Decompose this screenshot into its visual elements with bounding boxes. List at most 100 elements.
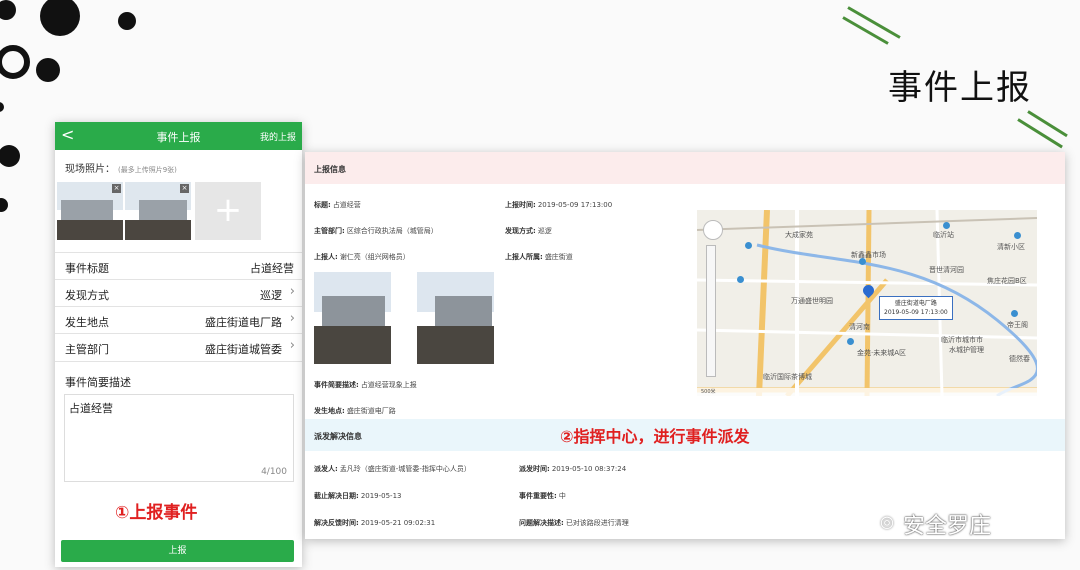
field-label: 派发时间: (519, 465, 550, 473)
field-value: 盛庄街道电厂路 (346, 407, 396, 415)
my-reports-link[interactable]: 我的上报 (260, 130, 296, 143)
poi-icon (847, 338, 854, 345)
field-department: 主管部门: 区综合行政执法局（城管局） (314, 226, 438, 236)
poi-icon (1014, 232, 1021, 239)
field-label: 上报人: (314, 253, 338, 261)
decor-dot (118, 12, 136, 30)
map-label: 新鑫鑫市场 (851, 251, 886, 259)
remove-photo-icon[interactable]: × (112, 184, 121, 193)
mobile-header: < 事件上报 我的上报 (55, 122, 302, 150)
field-label: 解决反馈时间: (314, 519, 359, 527)
photo-label: 现场照片： (最多上传照片9张) (65, 160, 177, 175)
field-label: 发现方式: (505, 227, 536, 235)
decor-line (1027, 110, 1068, 138)
field-label: 派发人: (314, 465, 338, 473)
form-row-location[interactable]: 发生地点 盛庄街道电厂路 › (55, 306, 302, 334)
field-label: 问题解决描述: (519, 519, 564, 527)
field-method: 发现方式: 巡逻 (505, 226, 552, 236)
field-reporter: 上报人: 谢仁亮（组兴网格员） (314, 252, 410, 262)
chevron-right-icon: › (289, 338, 295, 353)
decor-dot (0, 0, 16, 20)
location-map[interactable]: 大成家苑 新鑫鑫市场 临沂站 清新小区 晋世清河园 焦庄花园B区 万通盛世明园 … (697, 210, 1037, 396)
map-label: 德然春 (1009, 355, 1030, 363)
submit-button[interactable]: 上报 (61, 540, 294, 562)
field-value: 2019-05-09 17:13:00 (537, 201, 613, 209)
decor-ring (0, 45, 30, 79)
report-section-title: 上报信息 (314, 165, 346, 174)
form-row-title[interactable]: 事件标题 占道经营 (55, 252, 302, 280)
field-label: 事件简要描述: (314, 381, 359, 389)
row-label: 发现方式 (65, 289, 109, 302)
mobile-report-screen: < 事件上报 我的上报 现场照片： (最多上传照片9张) × × + 事件标题 占… (55, 122, 302, 567)
form-row-department[interactable]: 主管部门 盛庄街道城管委 › (55, 333, 302, 362)
field-importance: 事件重要性: 中 (519, 491, 566, 501)
add-photo-button[interactable]: + (195, 182, 261, 240)
chevron-right-icon: › (289, 311, 295, 326)
field-label: 发生地点: (314, 407, 345, 415)
row-label: 事件标题 (65, 262, 109, 275)
map-label: 焦庄花园B区 (987, 277, 1027, 285)
row-value: 盛庄街道城管委 (205, 343, 282, 356)
field-value: 盛庄街道 (544, 253, 573, 261)
field-reporter-office: 上报人所属: 盛庄街道 (505, 252, 573, 262)
description-textarea[interactable]: 占道经营 4/100 (64, 394, 294, 482)
field-label: 上报时间: (505, 201, 536, 209)
scene-photo[interactable] (417, 272, 494, 364)
map-label: 临沂站 (933, 231, 954, 239)
field-value: 区综合行政执法局（城管局） (346, 227, 438, 235)
poi-icon (745, 242, 752, 249)
form-row-method[interactable]: 发现方式 巡逻 › (55, 279, 302, 307)
poi-icon (737, 276, 744, 283)
decor-dot (0, 198, 8, 212)
map-label: 水城护管理 (949, 346, 984, 354)
poi-icon (943, 222, 950, 229)
field-value: 巡逻 (537, 227, 552, 235)
field-description: 事件简要描述: 占道经营现象上报 (314, 380, 417, 390)
watermark: 安全罗庄 (903, 514, 992, 539)
field-value: 中 (558, 492, 566, 500)
map-label: 清河南 (849, 323, 870, 331)
map-label: 清新小区 (997, 243, 1025, 251)
popup-time: 2019-05-09 17:13:00 (884, 309, 948, 316)
step-two-label: ②指挥中心，进行事件派发 (560, 427, 750, 446)
field-resolution: 问题解决描述: 已对该路段进行清理 (519, 518, 629, 528)
decor-dot (0, 145, 20, 167)
description-label: 事件简要描述 (65, 376, 131, 389)
poi-icon (1011, 310, 1018, 317)
step-one-label: ①上报事件 (115, 503, 198, 523)
slide-title: 事件上报 (888, 68, 1032, 108)
wechat-icon: ◎ (880, 512, 894, 531)
field-label: 主管部门: (314, 227, 345, 235)
compass-icon[interactable] (703, 220, 723, 240)
row-label: 发生地点 (65, 316, 109, 329)
map-scale: 500米 (697, 388, 1037, 396)
map-roads (697, 210, 1037, 396)
command-center-detail: 上报信息 标题: 占道经营 上报时间: 2019-05-09 17:13:00 主管… (305, 152, 1065, 539)
scene-photo[interactable] (314, 272, 391, 364)
decor-dot (36, 58, 60, 82)
field-value: 占道经营 (332, 201, 361, 209)
description-value: 占道经营 (69, 402, 113, 415)
field-value: 占道经营现象上报 (360, 381, 417, 389)
row-label: 主管部门 (65, 343, 109, 356)
field-label: 上报人所属: (505, 253, 543, 261)
field-report-time: 上报时间: 2019-05-09 17:13:00 (505, 200, 612, 210)
zoom-slider[interactable] (706, 245, 716, 377)
field-label: 截止解决日期: (314, 492, 359, 500)
field-dispatcher: 派发人: 孟凡玲（盛庄街道-城管委-指挥中心人员） (314, 464, 471, 474)
field-value: 孟凡玲（盛庄街道-城管委-指挥中心人员） (339, 465, 471, 473)
photo-thumbnail[interactable]: × (57, 182, 123, 240)
row-value: 巡逻 (260, 289, 282, 302)
photo-thumbnail[interactable]: × (125, 182, 191, 240)
field-label: 标题: (314, 201, 331, 209)
dispatch-section-title: 派发解决信息 (314, 432, 362, 441)
map-label: 晋世清河园 (929, 266, 964, 274)
map-popup: 盛庄街道电厂路 2019-05-09 17:13:00 (879, 296, 953, 320)
remove-photo-icon[interactable]: × (180, 184, 189, 193)
chevron-right-icon: › (289, 284, 295, 299)
field-place: 发生地点: 盛庄街道电厂路 (314, 406, 396, 416)
photo-label-text: 现场照片： (65, 164, 115, 175)
map-label: 临沂市城市市 (941, 336, 983, 344)
popup-place: 盛庄街道电厂路 (894, 300, 937, 307)
char-counter: 4/100 (261, 467, 287, 477)
